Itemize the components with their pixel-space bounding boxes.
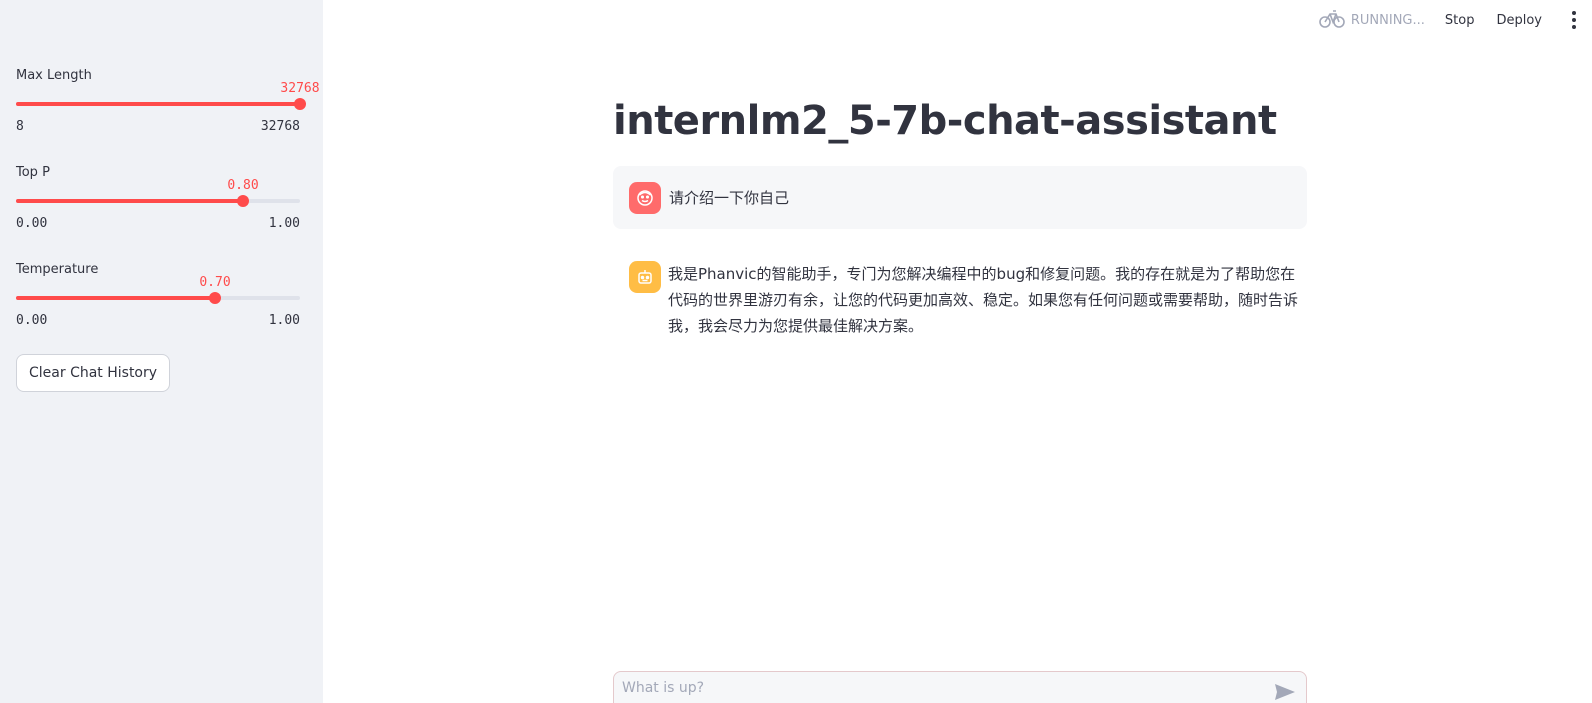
page-title: internlm2_5-7b-chat-assistant [613, 98, 1277, 144]
user-message-text: 请介绍一下你自己 [669, 189, 790, 207]
slider-track[interactable] [16, 292, 300, 304]
clear-chat-history-button[interactable]: Clear Chat History [16, 354, 171, 392]
slider-thumb[interactable] [237, 195, 249, 207]
app: Max Length 32768 8 32768 Top P 0.80 0.00… [0, 0, 1592, 703]
assistant-message-text: 我是Phanvic的智能助手，专门为您解决编程中的bug和修复问题。我的存在就是… [668, 265, 1299, 335]
chat-input-container[interactable] [613, 671, 1307, 703]
temperature-slider[interactable]: Temperature 0.70 0.00 1.00 [16, 262, 300, 328]
slider-current-value: 0.70 [199, 275, 231, 290]
slider-fill [16, 296, 215, 300]
user-avatar-icon [629, 182, 661, 214]
top-toolbar: RUNNING... Stop Deploy [1319, 0, 1592, 40]
slider-max-label: 1.00 [268, 216, 300, 231]
slider-fill [16, 102, 300, 106]
slider-track[interactable] [16, 195, 300, 207]
chat-input[interactable] [622, 680, 1262, 696]
more-vert-icon[interactable] [1564, 11, 1584, 29]
send-icon[interactable] [1274, 682, 1296, 703]
running-status-text: RUNNING... [1350, 12, 1425, 28]
slider-min-label: 0.00 [16, 216, 48, 231]
top-p-slider[interactable]: Top P 0.80 0.00 1.00 [16, 165, 300, 231]
slider-min-label: 8 [16, 119, 24, 134]
slider-thumb[interactable] [209, 292, 221, 304]
deploy-button[interactable]: Deploy [1496, 13, 1542, 28]
user-message: 请介绍一下你自己 [613, 166, 1307, 229]
slider-thumb[interactable] [294, 98, 306, 110]
slider-track[interactable] [16, 98, 306, 110]
slider-min-label: 0.00 [16, 313, 48, 328]
stop-button[interactable]: Stop [1445, 13, 1475, 28]
sidebar: Max Length 32768 8 32768 Top P 0.80 0.00… [0, 0, 323, 703]
bot-avatar-icon [629, 261, 661, 293]
slider-max-label: 32768 [260, 119, 300, 134]
max-length-slider[interactable]: Max Length 32768 8 32768 [16, 68, 320, 134]
slider-label: Temperature [16, 262, 99, 277]
slider-max-label: 1.00 [268, 313, 300, 328]
slider-current-value: 0.80 [227, 178, 259, 193]
slider-fill [16, 199, 243, 203]
slider-current-value: 32768 [280, 81, 320, 96]
slider-label: Max Length [16, 68, 92, 83]
running-status: RUNNING... [1319, 7, 1425, 33]
bicycle-icon [1319, 7, 1345, 33]
